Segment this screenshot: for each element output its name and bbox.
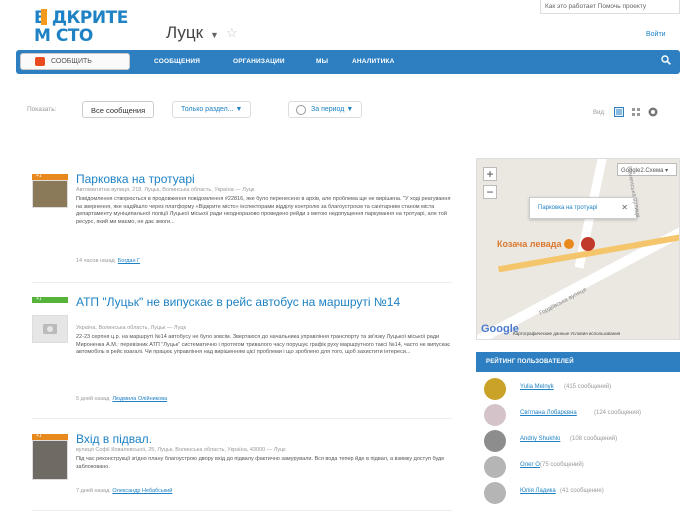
map-place-label: Козача левада xyxy=(497,239,562,249)
avatar[interactable] xyxy=(484,378,506,400)
user-name[interactable]: Юлія Ладика xyxy=(520,488,556,494)
list-item[interactable]: +1 АТП "Луцьк" не випускає в рейс автобу… xyxy=(32,295,452,405)
period-select[interactable]: За период ▼ xyxy=(288,101,363,118)
list-item[interactable]: Олег О (75 сообщений) xyxy=(484,456,680,480)
map[interactable]: + − Google2.Схема ▾ Парковка на тротуарі… xyxy=(476,158,680,340)
message-address: Автомагнітна вулиця, 218, Луцьк, Волинсь… xyxy=(76,187,255,193)
vote-badge[interactable]: +1 xyxy=(32,296,68,303)
list-item[interactable]: +1 Вхід в підвал. вулиця Софії Ковалевсь… xyxy=(32,432,452,502)
user-name[interactable]: Олег О xyxy=(520,462,540,468)
zoom-in-button[interactable]: + xyxy=(483,167,497,181)
user-count: (415 сообщений) xyxy=(564,384,612,390)
list-item[interactable]: Yulia Melnyk (415 сообщений) xyxy=(484,378,680,402)
message-body: Повідомлення створюється в продовження п… xyxy=(76,196,451,225)
star-icon[interactable]: ☆ xyxy=(226,25,238,41)
grid-view-icon[interactable] xyxy=(631,107,641,117)
user-name[interactable]: Світлана Лобарєвна xyxy=(520,410,577,416)
section-select-label: Только раздел... xyxy=(181,106,234,113)
period-label: За период xyxy=(311,106,345,113)
logo-line1: В ДКРИТЕ xyxy=(34,8,128,28)
all-messages-button[interactable]: Все сообщения xyxy=(82,101,155,118)
message-title[interactable]: Парковка на тротуарі xyxy=(76,172,195,186)
vote-count: +1 xyxy=(36,296,42,302)
poi-icon[interactable] xyxy=(564,239,574,249)
report-button-label: СООБЩИТЬ xyxy=(51,58,92,65)
message-time: 5 дней назад xyxy=(76,396,110,402)
list-item[interactable]: Світлана Лобарєвна (124 сообщения) xyxy=(484,404,680,428)
message-meta: 14 часов назад Богдан Г xyxy=(76,258,140,264)
message-body: Під час реконструкції згідно плану благо… xyxy=(76,456,445,470)
search-icon[interactable] xyxy=(661,55,671,65)
message-thumbnail[interactable] xyxy=(32,440,68,480)
divider xyxy=(32,510,452,511)
zoom-out-button[interactable]: − xyxy=(483,185,497,199)
logo-bar xyxy=(41,9,47,25)
camera-icon[interactable] xyxy=(32,315,68,343)
user-count: (75 сообщений) xyxy=(540,462,584,468)
avatar[interactable] xyxy=(484,456,506,478)
list-item[interactable]: +1 Парковка на тротуарі Автомагнітна вул… xyxy=(32,172,452,272)
user-count: (108 сообщений) xyxy=(570,436,618,442)
message-title[interactable]: Вхід в підвал. xyxy=(76,432,152,446)
divider xyxy=(32,282,452,283)
report-button[interactable]: СООБЩИТЬ xyxy=(20,53,130,70)
chevron-down-icon[interactable]: ▼ xyxy=(210,30,219,40)
nav-item-organizations[interactable]: ОРГАНИЗАЦИИ xyxy=(233,58,285,65)
nav-item-we[interactable]: МЫ xyxy=(316,58,328,65)
message-title[interactable]: АТП "Луцьк" не випускає в рейс автобус н… xyxy=(76,295,400,309)
vote-count: +1 xyxy=(36,173,42,179)
logo-line2: М СТО xyxy=(34,26,93,46)
clock-icon xyxy=(296,105,306,115)
vote-count: +1 xyxy=(36,433,42,439)
avatar[interactable] xyxy=(484,430,506,452)
login-link[interactable]: Войти xyxy=(646,31,666,38)
list-item[interactable]: Andriy Shukhlo (108 сообщений) xyxy=(484,430,680,454)
map-attribution[interactable]: Картографические данные Условия использо… xyxy=(513,331,620,336)
message-author[interactable]: Богдан Г xyxy=(118,258,140,264)
map-popup[interactable]: Парковка на тротуарі ✕ xyxy=(529,197,637,219)
map-popup-title[interactable]: Парковка на тротуарі xyxy=(538,205,597,211)
user-count: (41 сообщение) xyxy=(560,488,604,494)
view-label: Вид: xyxy=(593,110,606,116)
message-meta: 5 дней назад Людмила Олійникова xyxy=(76,396,167,402)
avatar[interactable] xyxy=(484,404,506,426)
map-marker-icon[interactable] xyxy=(581,237,595,251)
nav-item-analytics[interactable]: АНАЛИТИКА xyxy=(352,58,395,65)
user-count: (124 сообщения) xyxy=(594,410,641,416)
message-author[interactable]: Олександр Небабський xyxy=(112,488,172,494)
message-author[interactable]: Людмила Олійникова xyxy=(112,396,167,402)
list-view-icon[interactable] xyxy=(614,107,624,117)
section-select[interactable]: Только раздел... ▼ xyxy=(172,101,252,118)
message-address: вулиця Софії Ковалевської, 25, Луцьк, Во… xyxy=(76,447,286,453)
message-address: Україна, Волинська область, Луцьк — Луцк xyxy=(76,325,186,331)
close-icon[interactable]: ✕ xyxy=(621,203,628,212)
show-label: Показать: xyxy=(27,106,57,113)
message-body: 22-23 серпня ц.р. на маршруті №14 автобу… xyxy=(76,334,450,355)
list-item[interactable]: Юлія Ладика (41 сообщение) xyxy=(484,482,680,506)
logo[interactable]: В ДКРИТЕ М СТО xyxy=(32,6,132,46)
message-time: 7 дней назад xyxy=(76,488,110,494)
rating-header: РЕЙТИНГ ПОЛЬЗОВАТЕЛЕЙ xyxy=(476,352,680,372)
megaphone-icon xyxy=(35,57,45,66)
map-view-icon[interactable] xyxy=(648,107,658,117)
avatar[interactable] xyxy=(484,482,506,504)
message-thumbnail[interactable] xyxy=(32,180,68,208)
divider xyxy=(32,418,452,419)
user-name[interactable]: Yulia Melnyk xyxy=(520,384,554,390)
map-road xyxy=(477,216,679,339)
city-selector[interactable]: Луцк xyxy=(166,23,203,43)
message-meta: 7 дней назад Олександр Небабський xyxy=(76,488,172,494)
user-name[interactable]: Andriy Shukhlo xyxy=(520,436,560,442)
nav-item-messages[interactable]: СООБЩЕНИЯ xyxy=(154,58,200,65)
top-links[interactable]: Как это работает Помочь проекту xyxy=(540,0,680,14)
message-time: 14 часов назад xyxy=(76,258,115,264)
